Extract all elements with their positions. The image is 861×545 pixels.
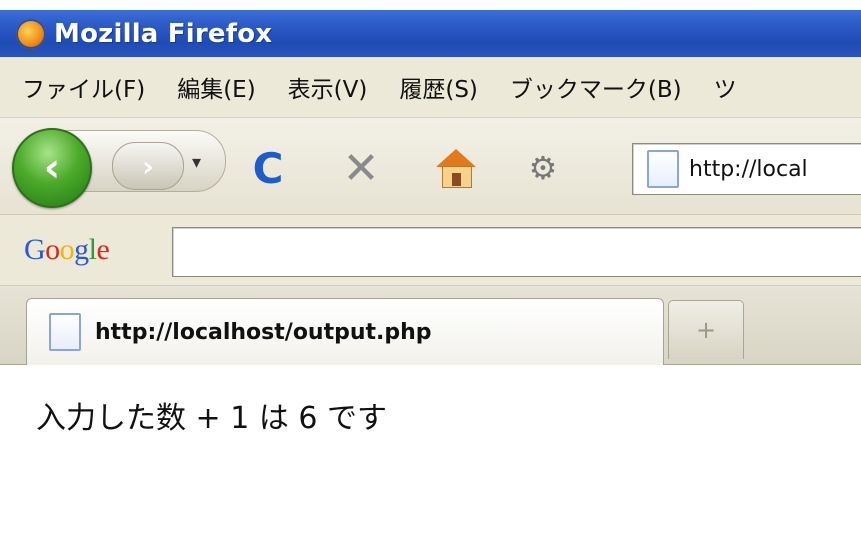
page-content: 入力した数 + 1 は 6 です: [0, 365, 861, 545]
page-icon: [647, 150, 679, 188]
search-toolbar: Google: [0, 215, 861, 286]
menu-item-edit[interactable]: 編集(E): [167, 70, 265, 104]
title-bar: Mozilla Firefox: [0, 10, 861, 57]
back-button[interactable]: ‹: [12, 128, 92, 208]
search-input[interactable]: [172, 227, 861, 277]
menu-item-tools[interactable]: ツ: [704, 70, 747, 104]
new-tab-button[interactable]: +: [668, 300, 744, 359]
stop-icon: ✕: [342, 142, 380, 194]
firefox-logo-icon: [16, 18, 46, 49]
tab-title: http://localhost/output.php: [95, 319, 432, 345]
stop-button[interactable]: ✕: [333, 140, 389, 196]
output-text: 入力した数 + 1 は 6 です: [36, 401, 387, 436]
forward-arrow-icon: ›: [142, 149, 154, 183]
browser-window: Mozilla Firefox ファイル(F) 編集(E) 表示(V) 履歴(S…: [0, 0, 861, 545]
menu-item-history[interactable]: 履歴(S): [389, 70, 488, 104]
bookmark-button[interactable]: ⚙: [515, 140, 571, 196]
tab-page-icon: [49, 313, 81, 351]
back-arrow-icon: ‹: [43, 145, 61, 191]
menu-item-view[interactable]: 表示(V): [278, 70, 378, 104]
url-bar[interactable]: http://local: [632, 143, 861, 195]
menu-item-file[interactable]: ファイル(F): [12, 70, 155, 104]
plus-icon: +: [695, 316, 717, 344]
menu-bar: ファイル(F) 編集(E) 表示(V) 履歴(S) ブックマーク(B) ツ: [0, 57, 861, 118]
home-button[interactable]: [428, 140, 484, 196]
home-icon: [436, 149, 476, 188]
window-title: Mozilla Firefox: [54, 18, 273, 49]
reload-button[interactable]: C: [240, 140, 296, 196]
navigation-toolbar: ‹ › ▾ C ✕ ⚙ http://local: [0, 118, 861, 215]
tab-bar: http://localhost/output.php +: [0, 286, 861, 365]
history-dropdown-icon[interactable]: ▾: [192, 152, 201, 173]
forward-button[interactable]: ›: [112, 142, 184, 190]
menu-item-bookmarks[interactable]: ブックマーク(B): [500, 70, 692, 104]
tab-active[interactable]: http://localhost/output.php: [26, 298, 664, 365]
url-text[interactable]: http://local: [689, 157, 808, 182]
reload-icon: C: [252, 143, 284, 193]
bookmark-icon: ⚙: [528, 149, 558, 187]
google-logo: Google: [24, 233, 110, 266]
